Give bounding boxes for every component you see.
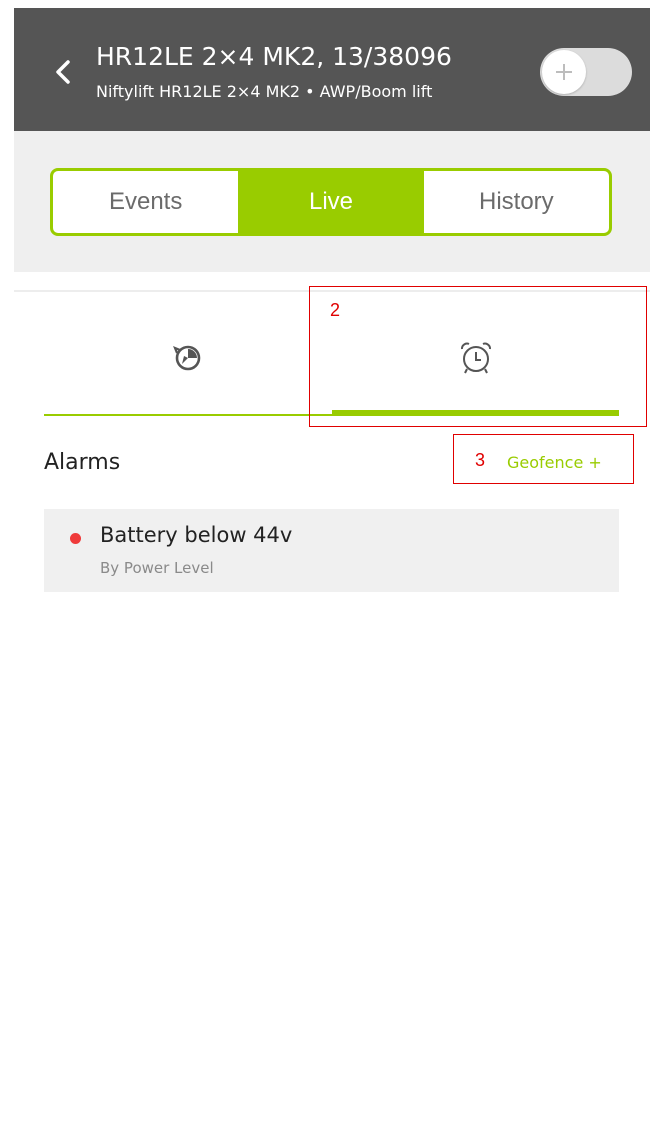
tab-history[interactable]: History	[424, 171, 609, 233]
segmented-control: Events Live History	[50, 168, 612, 236]
annotation-label-2: 2	[330, 300, 341, 320]
list-item[interactable]: Battery below 44v By Power Level	[44, 509, 619, 592]
alarms-heading: Alarms	[44, 450, 121, 475]
tracking-icon	[173, 345, 201, 371]
alarm-title: Battery below 44v	[100, 523, 293, 547]
annotation-box-2	[309, 286, 647, 427]
page-title: HR12LE 2×4 MK2, 13/38096	[96, 42, 452, 71]
back-button[interactable]	[50, 52, 76, 92]
annotation-label-3: 3	[475, 450, 486, 470]
status-dot	[70, 533, 81, 544]
tab-live[interactable]: Live	[238, 171, 424, 233]
tab-bar: Events Live History	[14, 131, 650, 272]
page-subtitle: Niftylift HR12LE 2×4 MK2 • AWP/Boom lift	[96, 82, 433, 101]
alarm-subtitle: By Power Level	[100, 559, 214, 577]
add-toggle[interactable]	[540, 48, 632, 96]
tab-events[interactable]: Events	[53, 171, 238, 233]
chevron-left-icon	[56, 60, 70, 84]
app-header: HR12LE 2×4 MK2, 13/38096 Niftylift HR12L…	[14, 8, 650, 131]
plus-icon	[556, 64, 572, 80]
toggle-knob[interactable]	[542, 50, 586, 94]
subtab-tracking[interactable]	[44, 300, 332, 416]
